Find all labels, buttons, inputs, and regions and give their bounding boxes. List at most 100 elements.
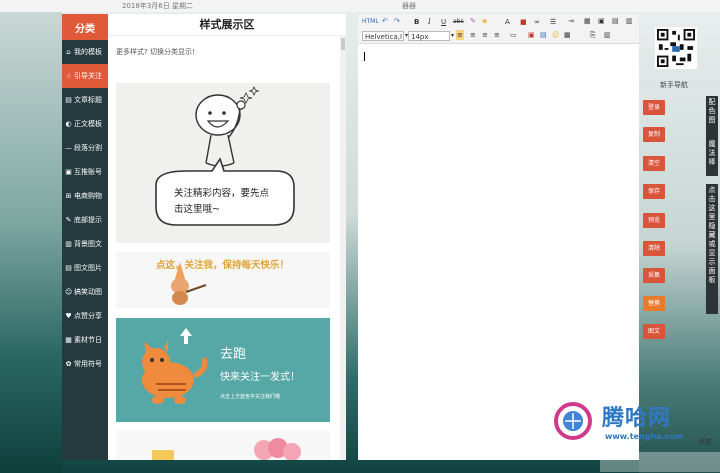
replace-button[interactable]: 替换	[643, 296, 665, 311]
insert-link-icon[interactable]: ▤	[540, 30, 547, 40]
font-size-select[interactable]: 14px	[408, 31, 450, 41]
banner-text: 点这，关注我，保持每天快乐！	[156, 259, 289, 271]
qr-code-pattern	[657, 29, 695, 67]
bold-button[interactable]: B	[414, 17, 419, 27]
sidebar-item-like-share[interactable]: ♥ 点赞分享	[62, 304, 108, 328]
watermark-name: 腾哈网	[602, 406, 672, 431]
toggle-panel-tab[interactable]: 点击这里隐藏或显示面板	[706, 184, 718, 314]
newbie-guide-label[interactable]: 新手导航	[660, 80, 688, 90]
preview-icon[interactable]: ▥	[626, 16, 633, 26]
attachment-icon[interactable]: ▦	[564, 30, 571, 40]
chevron-down-icon[interactable]: ▾	[451, 31, 454, 41]
text-cursor	[364, 52, 365, 61]
align-left-icon[interactable]: ≡	[456, 30, 464, 40]
image-icon[interactable]: ▣	[598, 16, 605, 26]
cat-title: 去跑	[220, 347, 246, 362]
image-text-button[interactable]: 图文	[643, 324, 665, 339]
sidebar-item-festival[interactable]: ▦ 素材节日	[62, 328, 108, 352]
indent-icon[interactable]: ⇥	[568, 16, 574, 26]
text-icon: ◐	[65, 120, 72, 128]
category-header: 分类	[62, 14, 108, 40]
symbol-icon: ✿	[65, 360, 72, 368]
clear-button[interactable]: 清空	[643, 156, 665, 171]
align-center-icon[interactable]: ≡	[470, 30, 476, 40]
background-color-icon[interactable]: ■	[520, 17, 527, 27]
style-template-follow-banner[interactable]: 点这，关注我，保持每天快乐！	[116, 252, 330, 308]
sidebar-item-label: 素材节日	[74, 336, 102, 344]
magic-wand-tab[interactable]: 魔法棒	[706, 138, 718, 176]
grid-icon[interactable]: ▥	[604, 30, 611, 40]
image-icon: ▤	[65, 264, 72, 272]
style-template-flower[interactable]	[116, 430, 330, 460]
sidebar-item-image-text[interactable]: ▤ 图文图片	[62, 256, 108, 280]
sidebar-item-funny-gif[interactable]: ☺ 搞笑动图	[62, 280, 108, 304]
left-background	[0, 12, 62, 473]
sidebar-item-label: 搞笑动图	[74, 288, 102, 296]
html-source-button[interactable]: HTML	[362, 17, 379, 27]
scrollbar-thumb[interactable]	[341, 38, 345, 50]
sidebar-item-label: 常用符号	[74, 360, 102, 368]
home-icon: ⌂	[66, 48, 71, 56]
sidebar-item-ecommerce[interactable]: ⊞ 电商购物	[62, 184, 108, 208]
style-template-teal-cat[interactable]: 去跑 快来关注一发式！ 点击上方蓝色字关注我们哦	[116, 318, 330, 422]
sidebar-item-label: 点赞分享	[74, 312, 102, 320]
smiley-icon[interactable]: ☺	[552, 30, 559, 40]
table-icon[interactable]: ▦	[584, 16, 591, 26]
copy-format-icon[interactable]: ⎘	[590, 30, 596, 40]
symbol-icon[interactable]: ∞	[534, 17, 540, 27]
sidebar-item-body-template[interactable]: ◐ 正文模板	[62, 112, 108, 136]
emoji-icon[interactable]: ▣	[528, 30, 535, 40]
code-icon[interactable]: ▤	[612, 16, 619, 26]
collect-button[interactable]: 采集	[643, 268, 665, 283]
sidebar-item-my-templates[interactable]: ⌂ 我的模板	[62, 40, 108, 64]
cat-small-text: 点击上方蓝色字关注我们哦	[220, 393, 280, 400]
sidebar-item-label: 引导关注	[74, 72, 102, 80]
redo-icon[interactable]: ↷	[394, 16, 400, 26]
sidebar-item-guide-follow[interactable]: ☝ 引导关注	[62, 64, 108, 88]
rich-text-editor[interactable]: HTML ↶ ↷ B I U abc ✎ ◈ A ■ ∞ ☰ ⇥ ▦ ▣ ▤ ▥…	[358, 14, 639, 460]
sidebar-item-label: 互推账号	[74, 168, 102, 176]
qr-code	[655, 27, 697, 69]
follow-banner-illustration: 点这，关注我，保持每天快乐！	[156, 259, 289, 305]
style-scrollbar[interactable]	[340, 36, 346, 460]
top-strip	[0, 0, 720, 12]
preview-button[interactable]: 预览	[643, 213, 665, 228]
login-button[interactable]: 登录	[643, 100, 665, 115]
strikethrough-button[interactable]: abc	[453, 17, 464, 27]
sidebar-item-label: 背景图文	[74, 240, 102, 248]
date-label: 2018年3月6日 星期二	[122, 2, 193, 10]
underline-button[interactable]: U	[441, 17, 446, 27]
highlight-icon[interactable]: ◈	[482, 16, 487, 26]
font-color-button[interactable]: A	[505, 17, 510, 27]
bubble-text-line2: 击这里哦~	[174, 203, 220, 215]
copy-button[interactable]: 复制	[643, 127, 665, 142]
align-right-icon[interactable]: ≡	[482, 30, 488, 40]
divider-icon: —	[65, 144, 72, 152]
color-scheme-tab[interactable]: 配色图	[706, 96, 718, 138]
bubble-text-line1: 关注精彩内容，要先点	[174, 187, 270, 199]
align-justify-icon[interactable]: ≡	[494, 30, 500, 40]
sidebar-item-label: 图文图片	[74, 264, 102, 272]
panel-title: 样式展示区	[108, 14, 346, 36]
format-painter-icon[interactable]: ✎	[470, 16, 476, 26]
undo-icon[interactable]: ↶	[382, 16, 388, 26]
attention-icon: ☝	[66, 72, 71, 80]
save-button[interactable]: 保存	[643, 184, 665, 199]
line-spacing-button[interactable]: ☰	[550, 17, 556, 27]
sidebar-item-paragraph-divider[interactable]: — 段落分割	[62, 136, 108, 160]
style-template-doodle-bubble[interactable]: 关注精彩内容，要先点 击这里哦~	[116, 83, 330, 243]
sidebar-item-article-title[interactable]: ▤ 文章标题	[62, 88, 108, 112]
sidebar-item-mutual-accounts[interactable]: ▣ 互推账号	[62, 160, 108, 184]
remove-button[interactable]: 清除	[643, 241, 665, 256]
cat-line: 快来关注一发式！	[220, 370, 300, 383]
sidebar-item-background-text[interactable]: ▥ 背景图文	[62, 232, 108, 256]
account-icon: ▣	[65, 168, 72, 176]
sidebar-item-symbols[interactable]: ✿ 常用符号	[62, 352, 108, 376]
sidebar-item-label: 段落分割	[74, 144, 102, 152]
clear-format-icon[interactable]: ▭	[510, 30, 517, 40]
font-family-select[interactable]: Helvetica,I	[362, 31, 404, 41]
switch-category-hint: 更多样式? 切换分类显示!	[116, 48, 195, 56]
sidebar-item-bottom-tip[interactable]: ✎ 底部提示	[62, 208, 108, 232]
editor-toolbar: HTML ↶ ↷ B I U abc ✎ ◈ A ■ ∞ ☰ ⇥ ▦ ▣ ▤ ▥…	[358, 14, 639, 44]
italic-button[interactable]: I	[428, 17, 431, 27]
